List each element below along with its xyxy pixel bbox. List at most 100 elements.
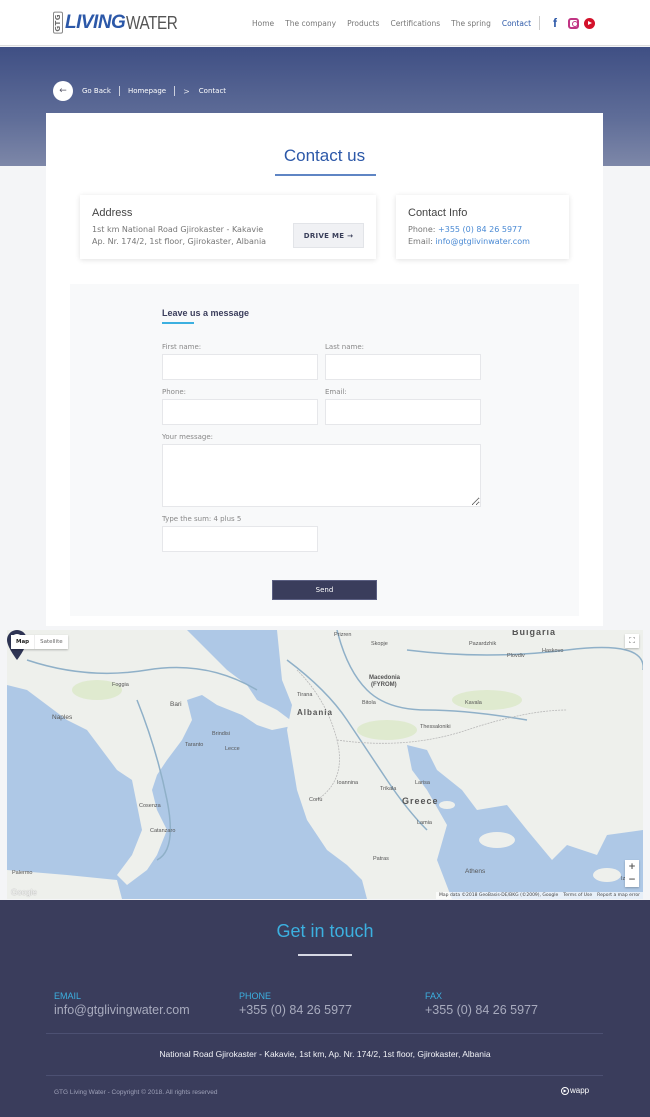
map-label-lecce: Lecce <box>225 746 240 752</box>
map-label-bulgaria: Bulgaria <box>512 630 557 637</box>
map-data-credit: Map data ©2018 GeoBasis-DE/BKG (©2009), … <box>439 893 559 898</box>
facebook-icon[interactable]: f <box>553 17 563 29</box>
park-area <box>452 690 522 710</box>
logo[interactable]: GTG LIVING WATER <box>53 12 187 34</box>
address-line-2: Ap. Nr. 174/2, 1st floor, Gjirokaster, A… <box>92 237 267 246</box>
map-label-fyrom: (FYROM) <box>371 682 397 688</box>
nav-contact[interactable]: Contact <box>502 19 531 28</box>
chevron-right-icon: > <box>183 86 190 96</box>
nav-home[interactable]: Home <box>252 19 274 28</box>
island <box>439 801 455 809</box>
address-line-1: 1st km National Road Gjirokaster - Kakav… <box>92 225 264 234</box>
report-error-link[interactable]: Report a map error <box>597 893 640 898</box>
footer-title-underline <box>298 954 352 956</box>
footer-fax-value: +355 (0) 84 26 5977 <box>425 1003 538 1017</box>
google-map[interactable]: Bulgaria Macedonia (FYROM) Albania Greec… <box>7 630 643 899</box>
message-label: Your message: <box>162 433 213 441</box>
phone-link[interactable]: +355 (0) 84 26 5977 <box>438 225 522 234</box>
map-label-plovdiv: Plovdiv <box>507 653 525 659</box>
wapp-logo[interactable]: ▶ wapp <box>561 1086 589 1095</box>
map-label-ioannina: Ioannina <box>337 780 359 786</box>
nav-products[interactable]: Products <box>347 19 379 28</box>
message-textarea[interactable] <box>162 444 481 507</box>
play-icon: ▶ <box>561 1086 569 1095</box>
email-label: Email: <box>325 388 347 396</box>
balkan-landmass <box>277 630 643 899</box>
fullscreen-icon[interactable]: ⛶ <box>625 634 639 648</box>
island <box>567 720 607 740</box>
zoom-in-button[interactable]: + <box>625 860 639 874</box>
map-label-skopje: Skopje <box>371 641 388 647</box>
island <box>593 868 621 882</box>
footer-phone-block: PHONE +355 (0) 84 26 5977 <box>239 991 352 1017</box>
map-label-thessaloniki: Thessaloniki <box>420 724 451 730</box>
first-name-label: First name: <box>162 343 202 351</box>
phone-label: Phone: <box>408 225 439 234</box>
last-name-label: Last name: <box>325 343 365 351</box>
logo-prefix: GTG <box>53 12 63 34</box>
first-name-input[interactable] <box>162 354 318 380</box>
message-form: Leave us a message First name: Last name… <box>70 284 579 616</box>
last-name-input[interactable] <box>325 354 481 380</box>
footer-title: Get in touch <box>276 921 374 941</box>
map-label-palermo: Palermo <box>12 870 33 876</box>
contact-info-heading: Contact Info <box>408 207 468 219</box>
send-button[interactable]: Send <box>272 580 377 600</box>
copyright: GTG Living Water - Copyright © 2018. All… <box>54 1089 218 1096</box>
email-link[interactable]: info@gtglivinwater.com <box>435 237 529 246</box>
map-label-kavala: Kavala <box>465 700 482 706</box>
nav-certifications[interactable]: Certifications <box>390 19 440 28</box>
map-label-naples: Naples <box>52 714 73 721</box>
breadcrumb-current: Contact <box>198 87 227 95</box>
captcha-input[interactable] <box>162 526 318 552</box>
island <box>517 745 537 755</box>
nav-spring[interactable]: The spring <box>451 19 491 28</box>
form-title-underline <box>162 322 194 324</box>
footer-divider <box>46 1075 603 1076</box>
footer-phone-value[interactable]: +355 (0) 84 26 5977 <box>239 1003 352 1017</box>
main-nav: Home The company Products Certifications… <box>252 19 542 28</box>
back-arrow-icon[interactable]: ← <box>53 81 73 101</box>
title-underline <box>275 174 376 176</box>
youtube-icon[interactable] <box>584 17 595 29</box>
logo-water: WATER <box>126 12 178 33</box>
contact-phone: Phone: +355 (0) 84 26 5977 <box>408 225 522 234</box>
terms-link[interactable]: Terms of Use <box>563 893 592 898</box>
footer-divider <box>46 1033 603 1034</box>
homepage-link[interactable]: Homepage <box>128 87 166 95</box>
map-label-pazardzhik: Pazardzhik <box>469 641 497 647</box>
phone-input[interactable] <box>162 399 318 425</box>
wapp-brand-text: wapp <box>570 1086 590 1095</box>
breadcrumb: ← Go Back Homepage > Contact <box>53 81 226 101</box>
drive-me-button[interactable]: DRIVE ME → <box>293 223 364 248</box>
map-attribution: Map data ©2018 GeoBasis-DE/BKG (©2009), … <box>436 892 643 899</box>
email-input[interactable] <box>325 399 481 425</box>
captcha-label: Type the sum: 4 plus 5 <box>162 515 242 523</box>
instagram-icon[interactable] <box>568 17 579 29</box>
map-label-corfu: Corfu <box>309 797 323 803</box>
email-label: Email: <box>408 237 436 246</box>
map-zoom-control: + − <box>625 860 639 887</box>
map-label-bitola: Bitola <box>362 700 376 706</box>
nav-company[interactable]: The company <box>285 19 336 28</box>
map-label-lamia: Lamia <box>417 820 432 826</box>
breadcrumb-divider <box>118 86 120 96</box>
footer-email-value[interactable]: info@gtglivingwater.com <box>54 1003 190 1017</box>
footer-fax-block: FAX +355 (0) 84 26 5977 <box>425 991 538 1017</box>
map-type-satellite-button[interactable]: Satellite <box>35 635 68 649</box>
park-area <box>357 720 417 740</box>
go-back-link[interactable]: Go Back <box>82 87 111 95</box>
breadcrumb-divider <box>174 86 176 96</box>
map-label-haskovo: Haskovo <box>542 648 564 654</box>
map-type-map-button[interactable]: Map <box>11 635 36 649</box>
map-label-patras: Patras <box>373 856 389 862</box>
page-title: Contact us <box>283 146 366 165</box>
zoom-out-button[interactable]: − <box>625 874 639 888</box>
map-land-shapes <box>7 630 643 899</box>
map-label-albania: Albania <box>297 708 333 717</box>
map-label-athens: Athens <box>465 868 486 875</box>
footer-fax-label: FAX <box>425 991 443 1001</box>
map-label-trikala: Trikala <box>380 786 397 792</box>
contact-email: Email: info@gtglivinwater.com <box>408 237 530 246</box>
map-label-macedonia: Macedonia <box>369 675 401 681</box>
